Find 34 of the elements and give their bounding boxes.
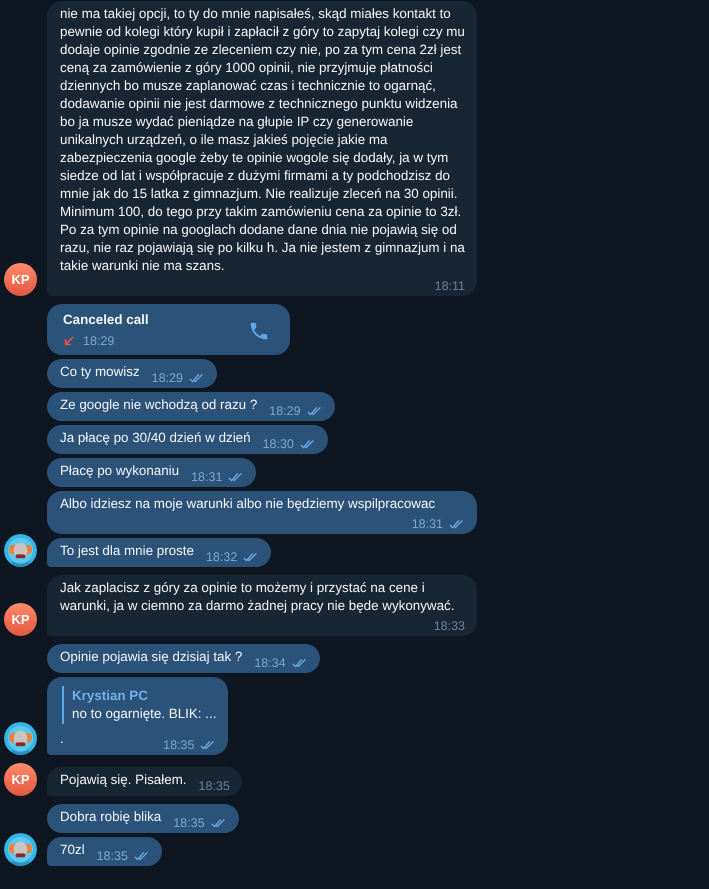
message-text: Płacę po wykonaniu <box>60 462 180 480</box>
avatar[interactable]: KP <box>4 603 37 636</box>
message-time: 18:35 <box>173 816 205 830</box>
message-text: Albo idziesz na moje warunki albo nie będziemy wspilpracowac <box>60 495 436 513</box>
message-text: 70zl <box>60 841 85 859</box>
message-time: 18:29 <box>83 333 114 350</box>
message-time: 18:30 <box>262 437 294 451</box>
message-time: 18:29 <box>269 404 301 418</box>
message-text: Pojawią się. Pisałem. <box>60 771 187 789</box>
message-text: Opinie pojawia się dzisiaj tak ? <box>60 648 242 666</box>
avatar[interactable]: KP <box>4 263 37 296</box>
message-time: 18:35 <box>163 738 194 752</box>
avatar[interactable]: KP <box>4 763 37 796</box>
message-text: To jest dla mnie proste <box>60 542 194 560</box>
message-time: 18:29 <box>152 371 183 385</box>
quote-author: Krystian PC <box>72 687 149 705</box>
message-time: 18:32 <box>206 550 238 564</box>
message-time: 18:35 <box>96 849 128 863</box>
message-text: Dobra robię blika <box>60 808 162 826</box>
message-text: Ze google nie wchodzą od razu ? <box>60 396 258 414</box>
call-title: Canceled call <box>63 311 149 329</box>
message-time: 18:31 <box>191 470 222 484</box>
quote-text: no to ogarnięte. BLIK: ... <box>72 705 216 723</box>
message-text: Jak zaplacisz z góry za opinie to możemy i przystać na cene i warunki, ja w ciemno za darmo żadnej pracy nie będe wykonywać. <box>60 579 456 615</box>
message-text: nie ma takiej opcji, to ty do mnie napisałeś, skąd miałes kontakt to pewnie od kolegi który kupił i zapłacił z góry to zapytaj kolegi czy mu dodaje opinie zgodnie ze zleceniem czy nie, po za tym cena 2zł jest ceną za zamówienie z góry 1000 opinii, nie przyjmuje płatności dziennych bo musze zaplanować czas i technicznie to ogarnąć, dodawanie opinii nie jest darmowe z technicznego punktu widzenia bo ja musze wydać pieniądze na głupie IP czy generowanie unikalnych urządzeń, o ile masz jakieś pojęcie jakie ma zabezpieczenia google żeby te opinie wogole się dodały, ja w tym siedze od lat i współpracuje z dużymi firmami a ty podchodzisz do mnie jak do 15 latka z gimnazjum. Nie realizuje zleceń na 30 opinii. Minimum 100, do tego przy takim zamówieniu cena za opinie to 3zł. Po za tym opinie na googlach dodane dane dnia nie pojawią się od razu, nie raz pojawiają się po kilku h. Ja nie jestem z gimnazjum i na takie warunki nie ma szans. <box>60 5 465 275</box>
message-time: 18:34 <box>254 656 286 670</box>
message-text: . <box>60 730 64 748</box>
message-text: Co ty mowisz <box>60 363 140 381</box>
message-time: 18:31 <box>412 517 443 531</box>
reply-quote[interactable]: Krystian PC no to ogarnięte. BLIK: ... <box>62 686 216 724</box>
message-text: Ja płacę po 30/40 dzień w dzień <box>60 429 251 447</box>
message-time: 18:11 <box>434 279 465 293</box>
message-time: 18:35 <box>198 779 230 793</box>
message-time: 18:33 <box>434 619 465 633</box>
